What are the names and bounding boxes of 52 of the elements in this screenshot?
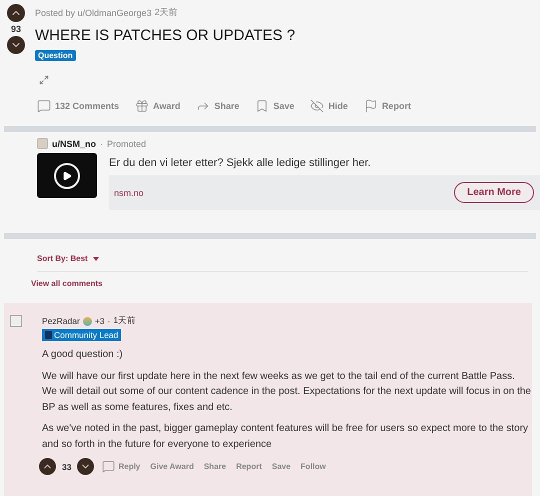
badge-icon <box>82 316 92 326</box>
play-icon[interactable] <box>54 162 80 188</box>
flair-tag: Question <box>35 50 76 61</box>
domain-link[interactable]: nsm.no <box>114 188 144 198</box>
comment-action-button[interactable]: Reply <box>100 460 142 473</box>
post-action-button[interactable]: Report <box>362 97 413 115</box>
learn-more-button[interactable]: Learn More <box>454 182 534 203</box>
comment-paragraph: We will have our first update here in the next few weeks as we get to the tail end of the current Battle Pass. We will detail out some of our content cadence in the post. Expectations for the next update will focus in on the BP as well as some features, fixes and etc. <box>42 370 532 414</box>
video-thumbnail[interactable] <box>37 153 97 198</box>
comment-paragraph: A good question :) <box>42 348 124 362</box>
expand-icon[interactable] <box>39 75 49 85</box>
flair-text: Community Lead <box>54 330 118 340</box>
vote-count: 93 <box>10 24 21 34</box>
comment-paragraph: As we've noted in the past, bigger gameplay content features will be free for users so expect more to the story and so forth in the future for everyone to experience <box>42 422 530 452</box>
downvote-button[interactable] <box>77 458 94 475</box>
gift-icon <box>135 99 150 113</box>
ad-text: Er du den vi leter etter? Sjekk alle ledige stillinger her. <box>109 157 372 169</box>
post-action-button[interactable]: Save <box>253 97 296 115</box>
downvote-button[interactable] <box>7 36 25 54</box>
comment-action-button[interactable]: Report <box>234 462 264 471</box>
post-action-button[interactable]: Award <box>133 97 182 115</box>
post-action-button[interactable]: Hide <box>308 97 350 115</box>
comment-time: 1天前 <box>113 315 136 327</box>
promoted-label: Promoted <box>107 138 146 148</box>
vote-count: 33 <box>62 462 72 472</box>
comment-icon <box>37 99 51 113</box>
comment-author[interactable]: PezRadar <box>42 316 80 326</box>
avatar-icon <box>10 315 22 327</box>
upvote-button[interactable] <box>39 458 56 475</box>
bookmark-icon <box>255 99 270 113</box>
comment-icon <box>102 460 116 473</box>
comment-action-button[interactable]: Save <box>270 462 293 471</box>
avatar-icon <box>37 138 48 149</box>
post-action-button[interactable]: Share <box>194 97 242 115</box>
award-count: +3 <box>94 316 105 326</box>
view-all-link[interactable]: View all comments <box>31 279 102 288</box>
separator-dot: · <box>108 316 110 326</box>
ad-username[interactable]: u/NSM_no <box>52 138 96 148</box>
hide-icon <box>310 99 324 113</box>
comment-action-button[interactable]: Follow <box>298 462 328 471</box>
post-action-button[interactable]: 132 Comments <box>35 97 122 115</box>
upvote-button[interactable] <box>7 4 25 22</box>
post-author: Posted by u/OldmanGeorge3 <box>35 8 152 18</box>
comment-action-button[interactable]: Share <box>202 462 228 471</box>
post-title: WHERE IS PATCHES OR UPDATES ? <box>35 27 296 44</box>
post-time: 2天前 <box>154 6 178 19</box>
comment-action-button[interactable]: Give Award <box>148 462 196 471</box>
flair-icon <box>45 331 52 339</box>
sort-dropdown[interactable]: Sort By: Best <box>37 254 99 263</box>
caret-icon <box>92 256 99 260</box>
separator-dot: · <box>100 138 103 148</box>
flag-icon <box>364 99 378 113</box>
